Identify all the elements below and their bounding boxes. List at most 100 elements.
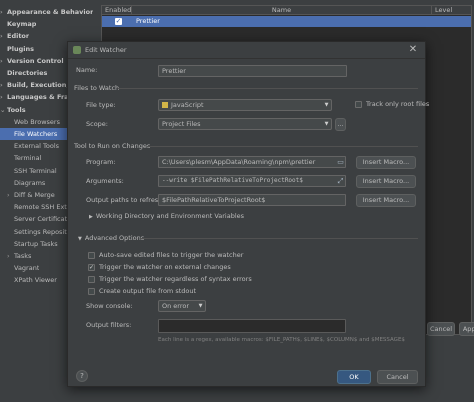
show-console-select[interactable]: On error ▼: [158, 300, 206, 312]
settings-tree-item[interactable]: Terminal: [0, 152, 41, 164]
settings-tree-item[interactable]: Startup Tasks: [0, 238, 58, 250]
files-to-watch-section: Files to Watch: [74, 84, 120, 92]
settings-tree-item[interactable]: XPath Viewer: [0, 274, 57, 286]
row-name: Prettier: [136, 17, 160, 25]
program-field[interactable]: C:\Users\plesm\AppData\Roaming\npm\prett…: [158, 156, 346, 168]
settings-tree-item-label: Version Control: [7, 56, 64, 65]
chevron-icon: ⌄: [0, 105, 6, 114]
settings-tree-item[interactable]: SSH Terminal: [0, 165, 57, 177]
settings-tree-item-label: Diff & Merge: [14, 191, 55, 199]
syntax-errors-checkbox[interactable]: [88, 276, 95, 283]
program-label: Program:: [86, 158, 116, 166]
name-field[interactable]: Prettier: [158, 65, 347, 77]
stdout-checkbox[interactable]: [88, 288, 95, 295]
settings-tree-item-label: Web Browsers: [14, 117, 60, 126]
section-divider: [140, 238, 418, 239]
cancel-button[interactable]: Cancel: [377, 370, 418, 384]
settings-tree-item[interactable]: Web Browsers: [0, 116, 60, 128]
chevron-down-icon: ▼: [324, 121, 329, 127]
settings-tree-item[interactable]: ⌄ Tools: [0, 104, 26, 116]
program-insert-macro-button[interactable]: Insert Macro...: [356, 156, 416, 169]
settings-tree-item-label: Directories: [7, 69, 48, 77]
file-type-label: File type:: [86, 101, 116, 109]
track-only-root-label: Track only root files: [366, 100, 430, 108]
output-paths-field[interactable]: $FilePathRelativeToProjectRoot$: [158, 194, 346, 206]
settings-tree-item-label: Terminal: [14, 154, 42, 163]
chevron-icon: ›: [0, 81, 3, 90]
scope-select[interactable]: Project Files ▼: [158, 118, 332, 130]
external-changes-checkbox[interactable]: ✓: [88, 264, 95, 271]
settings-tree-item[interactable]: Keymap: [0, 18, 36, 30]
auto-save-checkbox[interactable]: [88, 252, 95, 259]
chevron-icon: ›: [7, 191, 10, 199]
output-filters-field[interactable]: [158, 319, 346, 333]
chevron-down-icon: ▼: [78, 236, 82, 242]
expand-icon[interactable]: ⤢: [336, 176, 345, 186]
settings-tree-item[interactable]: Diagrams: [0, 177, 45, 189]
settings-tree-item[interactable]: External Tools: [0, 140, 59, 152]
chevron-down-icon: ▼: [198, 303, 203, 309]
settings-tree-item[interactable]: › Tasks: [0, 250, 31, 262]
chevron-down-icon: ▼: [324, 102, 329, 108]
settings-tree-item[interactable]: Vagrant: [0, 262, 39, 274]
settings-tree-item-label: Vagrant: [14, 264, 40, 273]
working-directory-label: Working Directory and Environment Variab…: [95, 212, 245, 220]
table-row[interactable]: ✓ Prettier: [102, 16, 471, 27]
arguments-field[interactable]: --write $FilePathRelativeToProjectRoot$: [158, 175, 346, 187]
settings-tree-item-label: Diagrams: [14, 178, 46, 187]
settings-tree-item[interactable]: › Version Control: [0, 55, 64, 67]
output-filters-hint: Each line is a regex, available macros: …: [158, 337, 405, 343]
name-label: Name:: [76, 66, 98, 74]
app-icon: [73, 46, 81, 54]
dialog-title: Edit Watcher: [85, 46, 127, 54]
output-paths-label: Output paths to refresh:: [86, 196, 165, 204]
settings-tree-item-label: Startup Tasks: [14, 239, 58, 248]
chevron-icon: ›: [0, 8, 3, 16]
folder-icon[interactable]: ▭: [336, 157, 345, 167]
file-type-select[interactable]: JavaScript ▼: [158, 99, 332, 111]
scope-label: Scope:: [86, 120, 108, 128]
settings-tree-item[interactable]: Directories: [0, 67, 47, 79]
external-changes-label: Trigger the watcher on external changes: [99, 263, 231, 271]
settings-cancel-button[interactable]: Cancel: [427, 322, 455, 336]
ok-button[interactable]: OK: [337, 370, 371, 384]
arguments-insert-macro-button[interactable]: Insert Macro...: [356, 175, 416, 188]
column-level[interactable]: Level: [432, 6, 473, 15]
close-icon[interactable]: ✕: [407, 44, 419, 56]
settings-tree-item[interactable]: › Editor: [0, 30, 29, 42]
chevron-icon: ›: [0, 56, 3, 65]
dialog-titlebar[interactable]: Edit Watcher ✕: [68, 42, 425, 59]
auto-save-label: Auto-save edited files to trigger the wa…: [99, 251, 244, 259]
settings-tree-item-label: Editor: [7, 32, 30, 41]
working-directory-toggle[interactable]: ▶ Working Directory and Environment Varia…: [89, 211, 244, 223]
chevron-icon: ›: [0, 32, 3, 41]
settings-tree-item[interactable]: Server Certificates: [0, 213, 75, 225]
column-enabled[interactable]: Enabled: [102, 6, 132, 15]
settings-tree-item-label: Appearance & Behavior: [7, 8, 94, 16]
settings-tree-item[interactable]: Plugins: [0, 43, 34, 55]
program-value: C:\Users\plesm\AppData\Roaming\npm\prett…: [162, 158, 316, 166]
chevron-icon: ›: [0, 93, 3, 102]
settings-tree-item[interactable]: › Appearance & Behavior: [0, 6, 93, 18]
scope-value: Project Files: [162, 120, 201, 128]
settings-tree-item-label: SSH Terminal: [14, 166, 57, 175]
output-insert-macro-button[interactable]: Insert Macro...: [356, 194, 416, 207]
edit-watcher-dialog: Edit Watcher ✕ Name: Prettier Files to W…: [67, 41, 430, 387]
table-header: Enabled Name Level: [102, 6, 471, 15]
row-enabled-checkbox[interactable]: ✓: [115, 18, 122, 25]
file-type-value: JavaScript: [171, 101, 204, 109]
column-name[interactable]: Name: [132, 6, 432, 15]
tool-to-run-section: Tool to Run on Changes: [74, 142, 151, 150]
settings-tree-item[interactable]: › Diff & Merge: [0, 189, 55, 201]
scope-browse-button[interactable]: ...: [335, 118, 346, 131]
advanced-options-toggle[interactable]: ▼ Advanced Options: [78, 233, 144, 245]
settings-tree-item-label: File Watchers: [14, 130, 58, 138]
help-button[interactable]: ?: [76, 370, 88, 382]
settings-tree-item-label: Plugins: [7, 44, 34, 53]
settings-tree-item[interactable]: Settings Repository: [0, 226, 77, 238]
settings-apply-button[interactable]: Apply: [459, 322, 474, 336]
arguments-value: --write $FilePathRelativeToProjectRoot$: [162, 177, 303, 184]
track-only-root-checkbox[interactable]: [355, 101, 362, 108]
settings-tree-item-label: Keymap: [7, 20, 37, 29]
advanced-options-label: Advanced Options: [84, 234, 145, 242]
